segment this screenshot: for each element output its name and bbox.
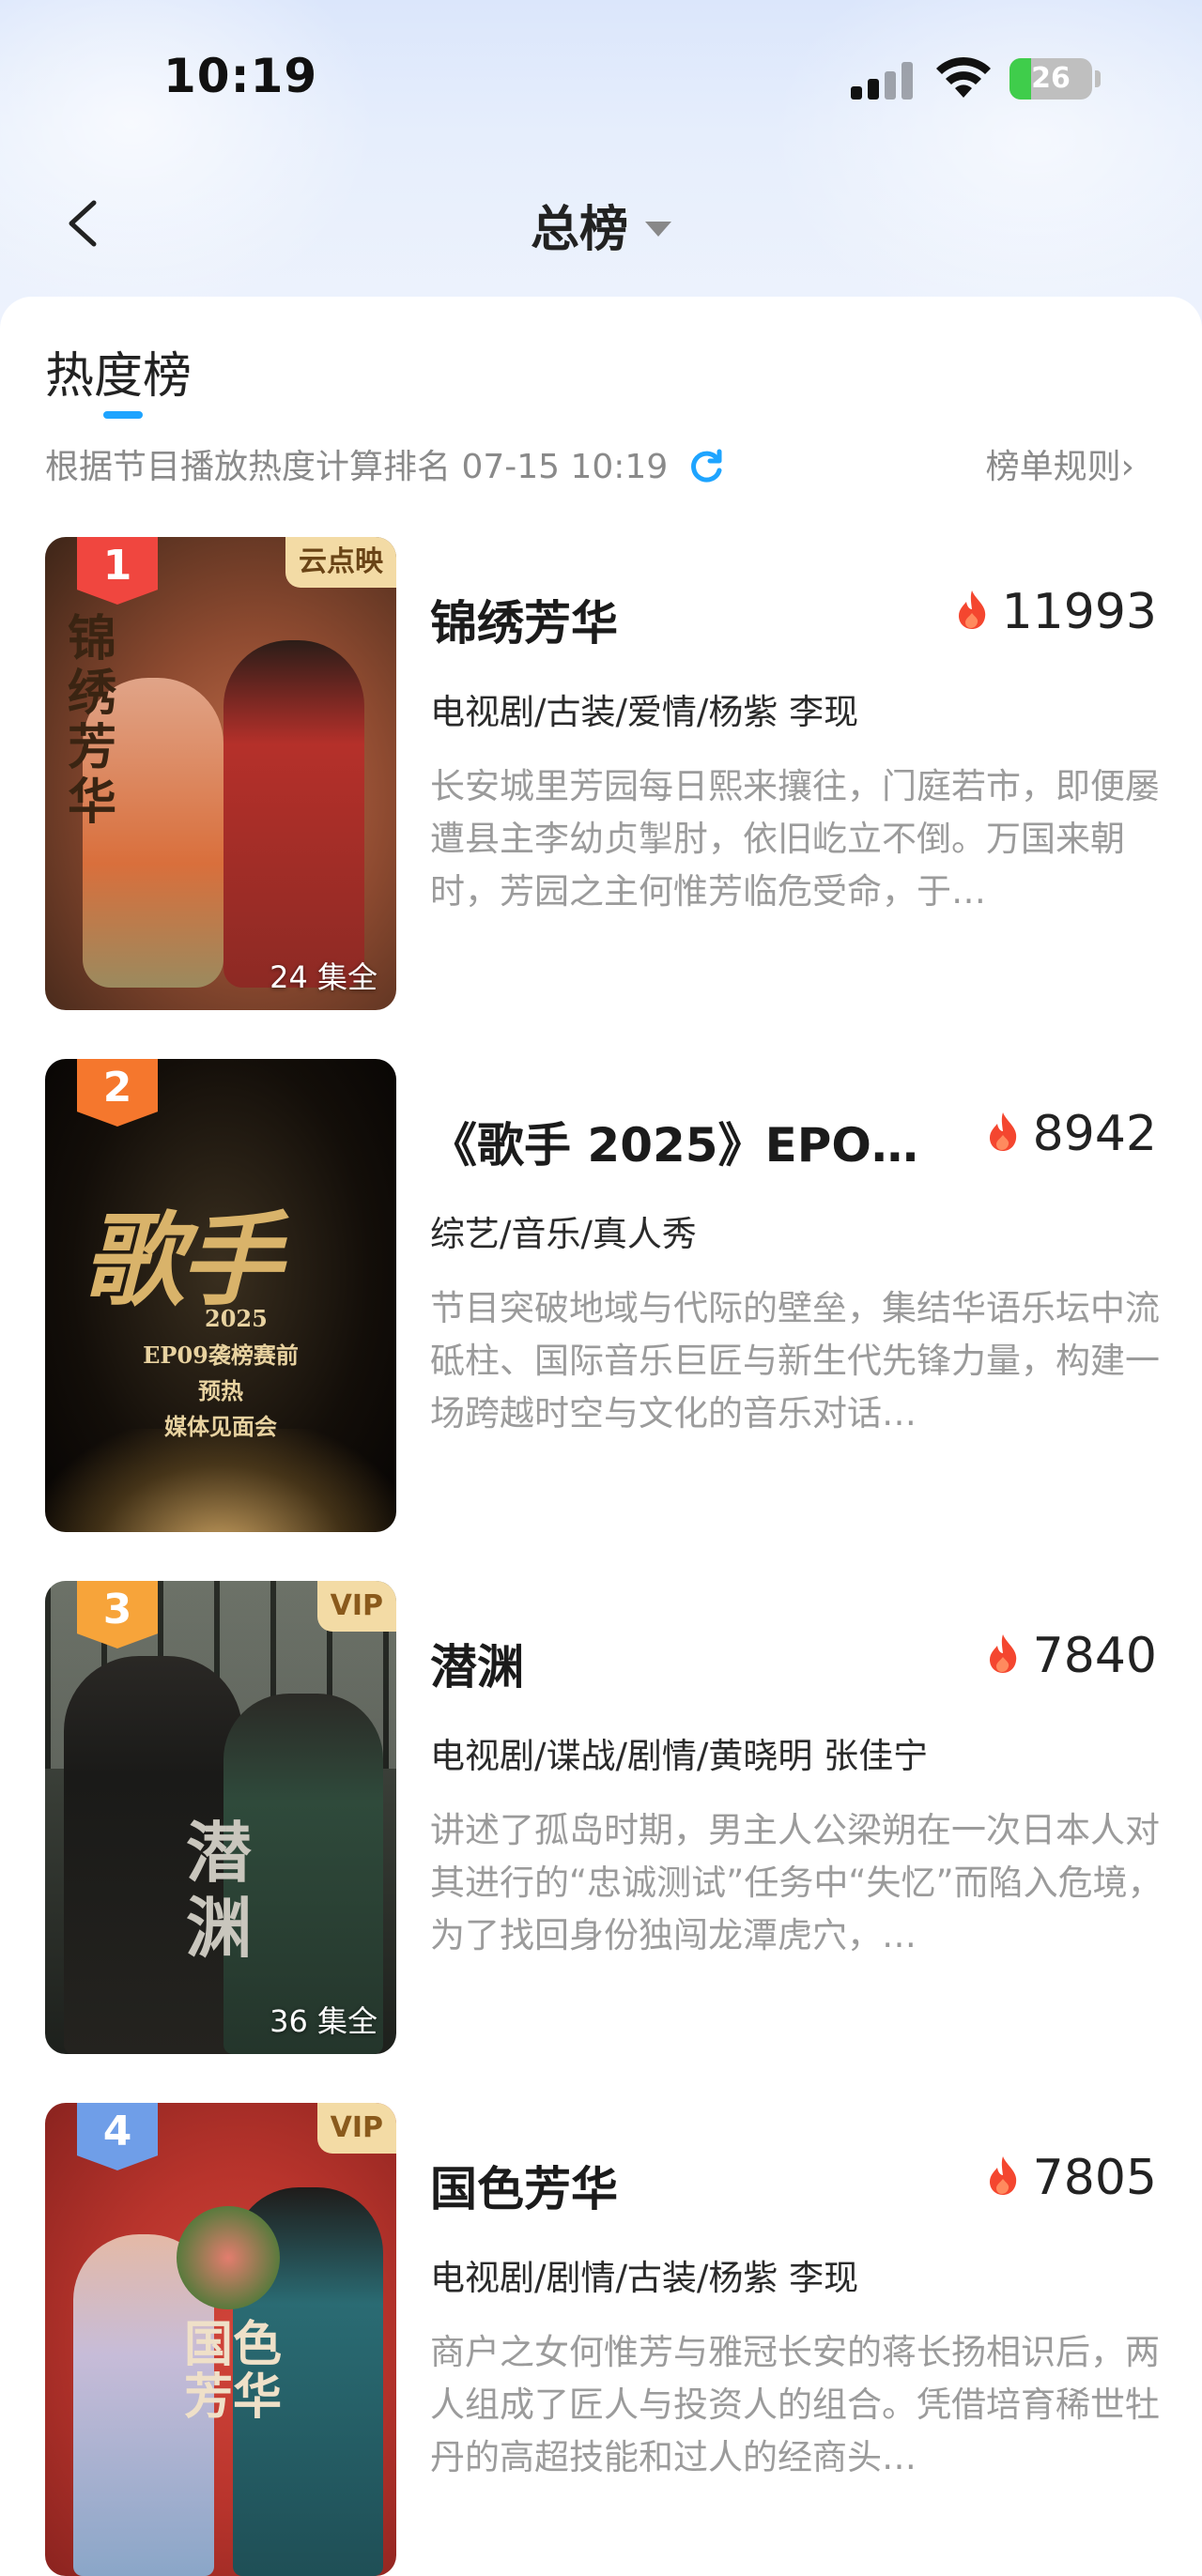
episode-count: 36 集全 — [270, 2003, 378, 2039]
tab-heat-ranking[interactable]: 热度榜 — [45, 336, 192, 406]
heat-value: 7840 — [1032, 1628, 1157, 1684]
ranking-sheet: 热度榜 根据节目播放热度计算排名 07-15 10:19 榜单规则› 锦绣芳华 … — [0, 297, 1202, 2576]
flame-icon — [989, 1112, 1016, 1151]
battery-level: 26 — [1031, 62, 1071, 95]
item-genre: 电视剧/谍战/剧情/黄晓明 张佳宁 — [430, 1736, 929, 1776]
heat-score: 8942 — [986, 1106, 1157, 1162]
ranking-item[interactable]: 锦绣芳华 1 云点映 24 集全 锦绣芳华 11993 电视剧/古装/爱情/杨紫… — [45, 537, 1160, 1010]
poster-image[interactable]: 国色芳华 4 VIP — [45, 2103, 396, 2576]
poster-figure — [223, 640, 364, 988]
flame-icon — [989, 2156, 1016, 2195]
ranking-item[interactable]: 潜渊 3 VIP 36 集全 潜渊 7840 电视剧/谍战/剧情/黄晓明 张佳宁… — [45, 1581, 1163, 2054]
item-genre: 综艺/音乐/真人秀 — [430, 1214, 697, 1254]
wifi-icon — [936, 56, 991, 98]
item-description: 商户之女何惟芳与雅冠长安的蒋长扬相识后，两人组成了匠人与投资人的组合。凭借培育稀… — [430, 2332, 1160, 2477]
vip-badge: VIP — [316, 1581, 396, 1632]
refresh-icon[interactable] — [688, 448, 724, 483]
status-time: 10:19 — [163, 49, 318, 103]
board-selector[interactable]: 总榜 — [0, 190, 1202, 260]
poster-caption: 预热 — [198, 1377, 243, 1404]
heat-score: 11993 — [955, 584, 1157, 640]
heat-score: 7840 — [986, 1628, 1157, 1684]
poster-image[interactable]: 锦绣芳华 1 云点映 24 集全 — [45, 537, 396, 1010]
heat-value: 11993 — [1001, 584, 1157, 640]
poster-title-art: 歌手 — [83, 1202, 282, 1320]
vip-badge: VIP — [316, 2103, 396, 2154]
cellular-signal-icon — [851, 62, 915, 100]
poster-glow — [45, 1429, 396, 1532]
heat-score: 7805 — [986, 2150, 1157, 2206]
item-description: 节目突破地域与代际的壁垒，集结华语乐坛中流砥柱、国际音乐巨匠与新生代先锋力量，构… — [430, 1288, 1160, 1434]
poster-title-art: 潜渊 — [186, 1814, 252, 1967]
caret-down-icon — [645, 222, 671, 237]
episode-count: 24 集全 — [270, 959, 378, 995]
battery-charging-icon: 26 — [1009, 58, 1092, 100]
ranking-item[interactable]: 歌手 2025 EP09袭榜赛前 预热 媒体见面会 2 《歌手 2025》EPO… — [45, 1059, 1160, 1532]
poster-peony — [177, 2206, 280, 2309]
heat-value: 8942 — [1032, 1106, 1157, 1162]
item-description: 讲述了孤岛时期，男主人公梁朔在一次日本人对其进行的“忠诚测试”任务中“失忆”而陷… — [430, 1810, 1163, 1955]
ranking-subtitle: 根据节目播放热度计算排名 07-15 10:19 — [45, 439, 724, 488]
item-title[interactable]: 锦绣芳华 — [430, 586, 937, 653]
poster-title-art: 锦绣芳华 — [68, 610, 117, 831]
poster-image[interactable]: 潜渊 3 VIP 36 集全 — [45, 1581, 396, 2054]
ranking-subtitle-text: 根据节目播放热度计算排名 07-15 10:19 — [45, 448, 669, 486]
poster-caption: 媒体见面会 — [164, 1413, 277, 1440]
heat-value: 7805 — [1032, 2150, 1157, 2206]
ranking-item[interactable]: 国色芳华 4 VIP 国色芳华 7805 电视剧/剧情/古装/杨紫 李现 商户之… — [45, 2103, 1160, 2576]
status-badge: 云点映 — [285, 537, 396, 588]
item-description: 长安城里芳园每日熙来攘往，门庭若市，即便屡遭县主李幼贞掣肘，依旧屹立不倒。万国来… — [430, 766, 1160, 912]
item-title[interactable]: 《歌手 2025》EPO9 … — [430, 1108, 937, 1175]
flame-icon — [958, 590, 985, 629]
rank-badge: 1 — [77, 537, 158, 605]
item-genre: 电视剧/剧情/古装/杨紫 李现 — [430, 2258, 859, 2298]
poster-title-art: 国色芳华 — [184, 2316, 283, 2426]
poster-caption: EP09袭榜赛前 — [143, 1342, 299, 1369]
poster-caption: 2025 — [205, 1305, 268, 1332]
flame-icon — [989, 1634, 1016, 1673]
status-bar: 10:19 26 — [0, 0, 1202, 160]
rank-badge: 2 — [77, 1059, 158, 1127]
rank-badge: 4 — [77, 2103, 158, 2170]
nav-title-text: 总榜 — [530, 202, 628, 258]
item-genre: 电视剧/古装/爱情/杨紫 李现 — [430, 692, 859, 732]
nav-bar: 总榜 — [0, 169, 1202, 282]
battery-cap — [1095, 70, 1101, 87]
item-title[interactable]: 潜渊 — [430, 1630, 937, 1697]
poster-image[interactable]: 歌手 2025 EP09袭榜赛前 预热 媒体见面会 2 — [45, 1059, 396, 1532]
ranking-rules-link[interactable]: 榜单规则› — [986, 439, 1134, 488]
tab-indicator — [103, 411, 143, 419]
item-title[interactable]: 国色芳华 — [430, 2152, 937, 2219]
